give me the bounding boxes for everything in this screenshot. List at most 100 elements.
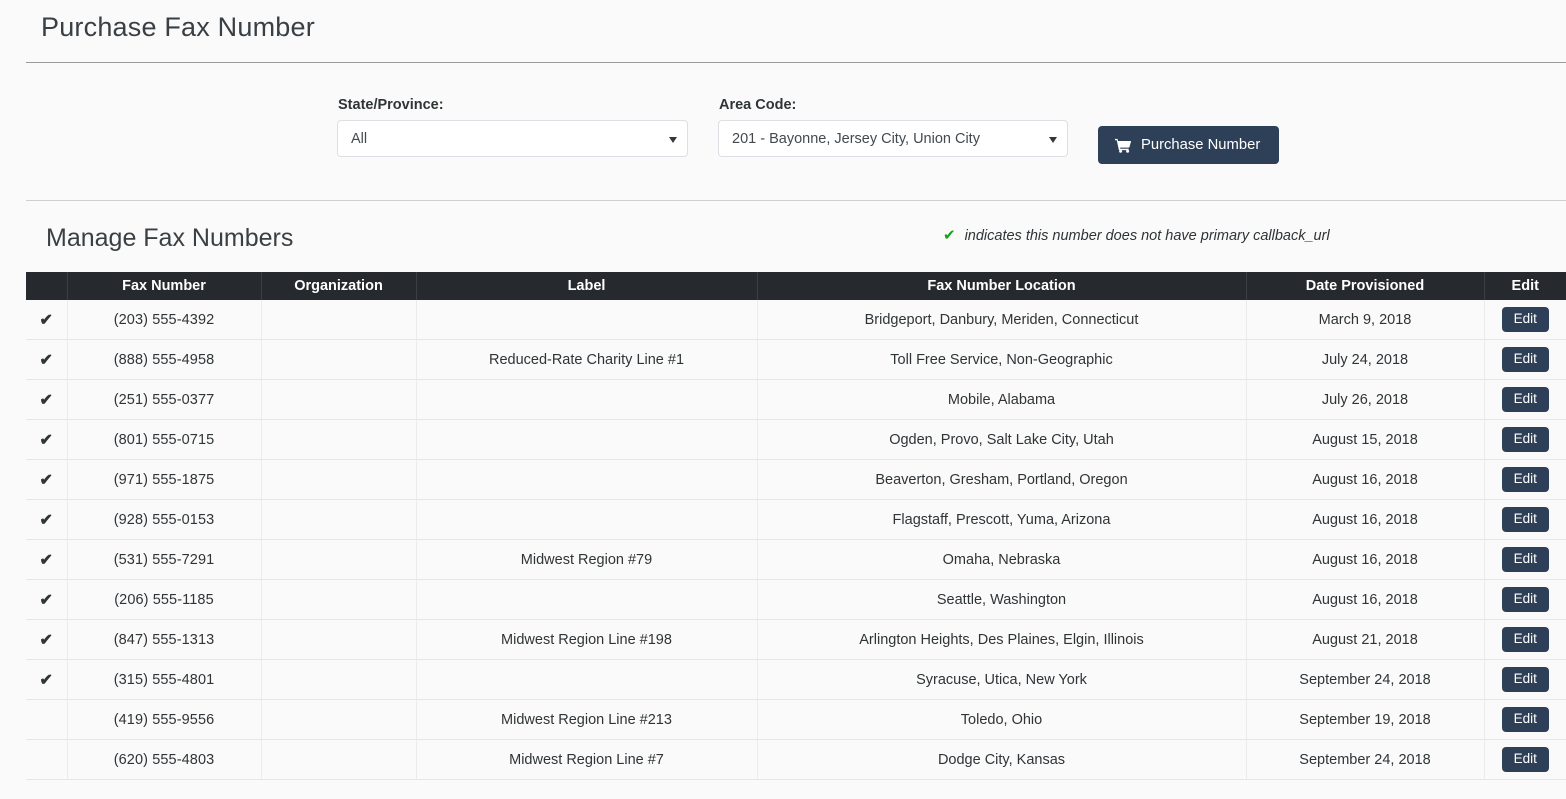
callback-url-flag: ✔: [26, 579, 68, 620]
callback-url-flag: [26, 699, 68, 740]
cell-location: Dodge City, Kansas: [757, 739, 1247, 780]
purchase-number-button-label: Purchase Number: [1141, 137, 1261, 153]
cell-date-provisioned: March 9, 2018: [1246, 300, 1485, 340]
edit-button[interactable]: Edit: [1501, 387, 1549, 412]
edit-button[interactable]: Edit: [1501, 427, 1549, 452]
cell-label: [416, 659, 758, 700]
callback-url-flag: ✔: [26, 459, 68, 500]
callback-url-flag: ✔: [26, 339, 68, 380]
cell-date-provisioned: September 24, 2018: [1246, 659, 1485, 700]
cell-organization: [261, 300, 417, 340]
cell-organization: [261, 419, 417, 460]
purchase-number-button[interactable]: Purchase Number: [1098, 126, 1280, 164]
cell-location: Mobile, Alabama: [757, 379, 1247, 420]
edit-button[interactable]: Edit: [1501, 307, 1549, 332]
cell-edit: Edit: [1484, 459, 1566, 500]
cell-organization: [261, 339, 417, 380]
fax-numbers-table-wrapper: Fax Number Organization Label Fax Number…: [26, 272, 1566, 780]
cell-location: Seattle, Washington: [757, 579, 1247, 620]
cell-date-provisioned: August 16, 2018: [1246, 539, 1485, 580]
cell-location: Arlington Heights, Des Plaines, Elgin, I…: [757, 619, 1247, 660]
cell-fax-number: (315) 555-4801: [67, 659, 262, 700]
column-header-fax-number: Fax Number: [67, 272, 262, 300]
callback-url-flag: ✔: [26, 659, 68, 700]
cell-date-provisioned: August 21, 2018: [1246, 619, 1485, 660]
cell-label: Midwest Region #79: [416, 539, 758, 580]
cell-organization: [261, 379, 417, 420]
callback-url-flag: [26, 739, 68, 780]
edit-button[interactable]: Edit: [1501, 587, 1549, 612]
cell-organization: [261, 499, 417, 540]
cell-fax-number: (206) 555-1185: [67, 579, 262, 620]
cell-fax-number: (971) 555-1875: [67, 459, 262, 500]
cell-date-provisioned: September 24, 2018: [1246, 739, 1485, 780]
check-icon: ✔: [943, 227, 956, 244]
page-title: Purchase Fax Number: [41, 12, 315, 42]
cell-edit: Edit: [1484, 499, 1566, 540]
column-header-label: Label: [416, 272, 758, 300]
cell-organization: [261, 579, 417, 620]
cell-location: Flagstaff, Prescott, Yuma, Arizona: [757, 499, 1247, 540]
cell-label: [416, 459, 758, 500]
cell-edit: Edit: [1484, 579, 1566, 620]
edit-button[interactable]: Edit: [1501, 627, 1549, 652]
cell-edit: Edit: [1484, 419, 1566, 460]
cell-date-provisioned: August 16, 2018: [1246, 499, 1485, 540]
cell-label: [416, 579, 758, 620]
state-province-field: State/Province: All: [337, 96, 688, 157]
cell-edit: Edit: [1484, 300, 1566, 340]
cell-location: Toledo, Ohio: [757, 699, 1247, 740]
table-body: ✔ (203) 555-4392 Bridgeport, Danbury, Meri…: [26, 300, 1566, 780]
cell-fax-number: (620) 555-4803: [67, 739, 262, 780]
cell-edit: Edit: [1484, 379, 1566, 420]
table-row: ✔ (847) 555-1313 Midwest Region Line #198 A…: [26, 619, 1566, 660]
cell-organization: [261, 739, 417, 780]
cell-fax-number: (847) 555-1313: [67, 619, 262, 660]
table-row: ✔ (801) 555-0715 Ogden, Provo, Salt Lake C…: [26, 419, 1566, 460]
callback-url-flag: ✔: [26, 379, 68, 420]
column-header-date-provisioned: Date Provisioned: [1246, 272, 1485, 300]
area-code-select[interactable]: 201 - Bayonne, Jersey City, Union City: [718, 120, 1068, 157]
table-row: ✔ (888) 555-4958 Reduced-Rate Charity Line…: [26, 339, 1566, 380]
table-row: (419) 555-9556 Midwest Region Line #213 To…: [26, 699, 1566, 740]
column-header-organization: Organization: [261, 272, 417, 300]
cell-edit: Edit: [1484, 339, 1566, 380]
cell-date-provisioned: July 24, 2018: [1246, 339, 1485, 380]
table-row: (620) 555-4803 Midwest Region Line #7 Dodg…: [26, 739, 1566, 780]
edit-button[interactable]: Edit: [1501, 347, 1549, 372]
edit-button[interactable]: Edit: [1501, 667, 1549, 692]
fax-numbers-table: Fax Number Organization Label Fax Number…: [26, 272, 1566, 780]
edit-button[interactable]: Edit: [1501, 507, 1549, 532]
cell-fax-number: (203) 555-4392: [67, 300, 262, 340]
cell-label: Midwest Region Line #7: [416, 739, 758, 780]
area-code-label: Area Code:: [719, 97, 797, 113]
cell-edit: Edit: [1484, 699, 1566, 740]
edit-button[interactable]: Edit: [1501, 747, 1549, 772]
purchase-fax-number-page: Purchase Fax Number State/Province: All …: [0, 0, 1566, 799]
edit-button[interactable]: Edit: [1501, 467, 1549, 492]
cell-fax-number: (531) 555-7291: [67, 539, 262, 580]
cell-date-provisioned: September 19, 2018: [1246, 699, 1485, 740]
callback-url-flag: ✔: [26, 419, 68, 460]
column-header-flag: [26, 272, 68, 300]
purchase-form: State/Province: All Area Code: 201 - Bay…: [0, 96, 1566, 166]
callback-url-flag: ✔: [26, 300, 68, 340]
cell-label: [416, 499, 758, 540]
state-province-label: State/Province:: [338, 97, 444, 113]
cell-date-provisioned: August 16, 2018: [1246, 579, 1485, 620]
area-code-value: 201 - Bayonne, Jersey City, Union City: [732, 130, 980, 147]
cell-date-provisioned: July 26, 2018: [1246, 379, 1485, 420]
edit-button[interactable]: Edit: [1501, 547, 1549, 572]
state-province-select[interactable]: All: [337, 120, 688, 157]
cell-fax-number: (928) 555-0153: [67, 499, 262, 540]
chevron-down-icon: [1049, 136, 1057, 143]
cell-organization: [261, 659, 417, 700]
callback-url-flag: ✔: [26, 539, 68, 580]
cell-organization: [261, 539, 417, 580]
divider-top: [26, 62, 1566, 63]
cell-label: Midwest Region Line #198: [416, 619, 758, 660]
table-row: ✔ (531) 555-7291 Midwest Region #79 Omaha, …: [26, 539, 1566, 580]
cell-organization: [261, 699, 417, 740]
table-row: ✔ (251) 555-0377 Mobile, Alabama July 26, 2…: [26, 379, 1566, 420]
edit-button[interactable]: Edit: [1501, 707, 1549, 732]
